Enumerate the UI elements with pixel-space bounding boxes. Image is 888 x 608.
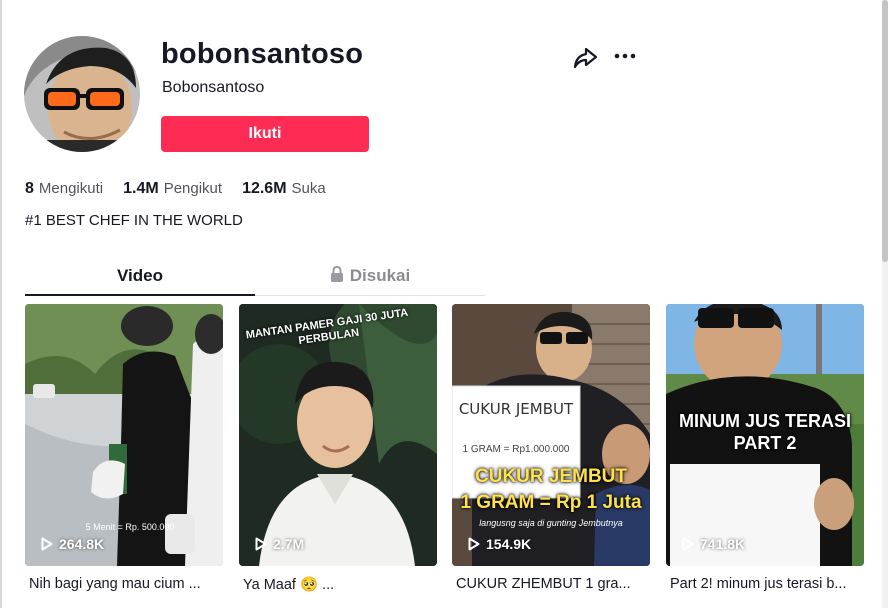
video-caption[interactable]: CUKUR ZHEMBUT 1 gra...	[452, 576, 650, 592]
more-dots-icon[interactable]	[611, 44, 639, 72]
video-card[interactable]: MINUM JUS TERASI PART 2 741.8K Part 2! m…	[666, 304, 864, 592]
tab-video[interactable]: Video	[25, 258, 255, 296]
video-overlay-title: CUKUR JEMBUT	[475, 466, 627, 487]
video-view-count-value: 154.9K	[486, 536, 532, 552]
play-icon	[41, 537, 53, 551]
video-thumbnail[interactable]: CUKUR JEMBUT 1 GRAM = Rp1.000.000 CUKUR …	[452, 304, 650, 566]
video-thumbnail[interactable]: 5 Menit = Rp. 500.000 264.8K	[25, 304, 223, 566]
video-view-count-value: 2.7M	[273, 536, 305, 552]
stat-followers-value: 1.4M	[123, 180, 159, 197]
follow-button[interactable]: Ikuti	[161, 116, 369, 152]
tab-liked[interactable]: Disukai	[255, 258, 485, 296]
video-caption[interactable]: Ya Maaf 🥺 ...	[239, 576, 437, 593]
video-sign-line2: 1 GRAM = Rp1.000.000	[462, 444, 570, 455]
video-card[interactable]: MANTAN PAMER GAJI 30 JUTA PERBULAN 2.7M …	[239, 304, 437, 593]
stat-followers-label: Pengikut	[163, 180, 223, 197]
profile-stats: 8 Mengikuti 1.4M Pengikut 12.6M Suka	[25, 180, 346, 198]
stat-likes-value: 12.6M	[242, 180, 287, 197]
video-overlay-text: 5 Menit = Rp. 500.000	[85, 522, 175, 532]
profile-nickname: Bobonsantoso	[162, 79, 265, 96]
video-view-count-value: 264.8K	[59, 536, 105, 552]
tab-video-label: Video	[117, 266, 163, 285]
play-icon	[255, 537, 267, 551]
video-card[interactable]: CUKUR JEMBUT 1 GRAM = Rp1.000.000 CUKUR …	[452, 304, 650, 592]
stat-following[interactable]: 8 Mengikuti	[25, 180, 103, 198]
video-caption[interactable]: Part 2! minum jus terasi b...	[666, 576, 864, 592]
video-thumbnail[interactable]: MANTAN PAMER GAJI 30 JUTA PERBULAN 2.7M	[239, 304, 437, 566]
stat-following-label: Mengikuti	[38, 180, 104, 197]
video-card[interactable]: 5 Menit = Rp. 500.000 264.8K Nih bagi ya…	[25, 304, 223, 592]
profile-tabs: Video Disukai	[25, 258, 485, 296]
window-left-edge	[0, 0, 2, 608]
play-icon	[682, 537, 694, 551]
video-view-count: 264.8K	[41, 536, 104, 552]
scrollbar-thumb[interactable]	[882, 0, 888, 262]
lock-icon	[330, 259, 344, 295]
video-caption[interactable]: Nih bagi yang mau cium ...	[25, 576, 223, 592]
video-thumbnail[interactable]: MINUM JUS TERASI PART 2 741.8K	[666, 304, 864, 566]
tab-liked-label: Disukai	[349, 266, 411, 285]
stat-followers[interactable]: 1.4M Pengikut	[123, 180, 222, 198]
profile-bio: #1 BEST CHEF IN THE WORLD	[25, 212, 243, 229]
video-sign-line1: CUKUR JEMBUT	[458, 400, 574, 418]
avatar[interactable]	[24, 36, 140, 152]
profile-username: bobonsantoso	[161, 38, 364, 70]
video-overlay-small: langusng saja di gunting Jembutnya	[479, 518, 623, 528]
video-view-count: 741.8K	[682, 536, 745, 552]
video-view-count-value: 741.8K	[700, 536, 746, 552]
share-arrow-icon[interactable]	[571, 44, 599, 72]
video-view-count: 154.9K	[468, 536, 531, 552]
tab-active-indicator	[25, 294, 255, 296]
stat-likes: 12.6M Suka	[242, 180, 326, 198]
stat-following-value: 8	[25, 180, 34, 197]
video-view-count: 2.7M	[255, 536, 304, 552]
scrollbar[interactable]	[882, 0, 888, 608]
video-overlay-subtitle: 1 GRAM = Rp 1 Juta	[460, 492, 642, 513]
stat-likes-label: Suka	[291, 180, 326, 197]
video-overlay-text: MINUM JUS TERASI PART 2	[678, 411, 851, 453]
play-icon	[468, 537, 480, 551]
